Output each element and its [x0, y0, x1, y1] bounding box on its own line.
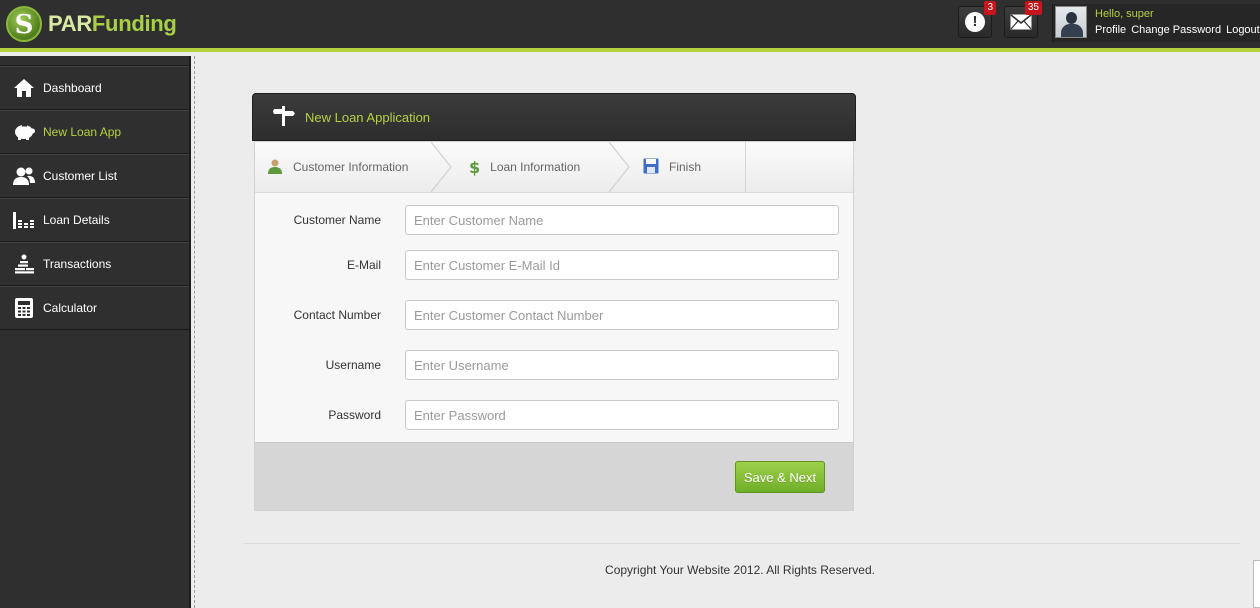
customer-name-label: Customer Name	[293, 213, 381, 227]
step-label: Finish	[669, 160, 702, 174]
messages-count-badge: 35	[1024, 1, 1042, 15]
sidebar: Dashboard New Loan App Customer List Loa…	[0, 56, 191, 608]
sidebar-item-label: Transactions	[43, 257, 112, 271]
sidebar-item-label: New Loan App	[43, 125, 122, 139]
top-bar: PARFunding ! 3 35 Hello, super Profile C…	[0, 0, 1260, 52]
sidebar-item-loan-details[interactable]: Loan Details	[0, 198, 189, 242]
brand-name-suffix: Funding	[91, 11, 177, 36]
home-icon	[12, 76, 36, 100]
sidebar-item-label: Calculator	[43, 301, 98, 315]
contact-number-input[interactable]	[405, 300, 839, 330]
form-actions: Save & Next	[255, 442, 853, 510]
user-menu: Hello, super Profile Change Password Log…	[1052, 4, 1260, 42]
wizard-steps: Customer Information $ Loan Information …	[255, 142, 853, 193]
sidebar-item-new-loan-app[interactable]: New Loan App	[0, 110, 189, 154]
coin-stack-icon	[12, 252, 36, 276]
copyright-text: Copyright Your Website 2012. All Rights …	[605, 563, 875, 577]
username-label: Username	[325, 358, 381, 372]
piggy-bank-icon	[12, 120, 36, 144]
dollar-icon: $	[469, 157, 481, 177]
password-input[interactable]	[405, 400, 839, 430]
footer-divider	[244, 543, 1240, 544]
calculator-icon	[12, 296, 36, 320]
user-links: Profile Change Password Logout	[1095, 24, 1260, 36]
logo-icon	[6, 6, 42, 42]
step-customer-information[interactable]: Customer Information	[267, 142, 408, 192]
user-icon	[267, 158, 283, 177]
loan-application-panel: New Loan Application Customer Informatio…	[252, 93, 856, 511]
sidebar-item-calculator[interactable]: Calculator	[0, 286, 189, 330]
contact-number-label: Contact Number	[293, 308, 381, 322]
panel-header: New Loan Application	[252, 93, 856, 141]
panel-title: New Loan Application	[305, 109, 431, 125]
username-input[interactable]	[405, 350, 839, 380]
mail-icon	[1010, 14, 1032, 30]
user-greeting: Hello, super	[1095, 8, 1154, 20]
coins-chart-icon	[12, 208, 36, 232]
step-label: Customer Information	[293, 160, 409, 174]
alerts-button[interactable]: ! 3	[958, 1, 996, 38]
step-separator	[609, 142, 630, 192]
logout-link[interactable]: Logout	[1226, 24, 1260, 36]
customer-name-row: Customer Name	[255, 205, 855, 235]
brand-name: PARFunding	[48, 11, 177, 37]
alerts-count-badge: 3	[984, 1, 996, 15]
email-row: E-Mail	[255, 250, 855, 280]
brand-logo[interactable]: PARFunding	[6, 4, 177, 44]
step-label: Loan Information	[490, 160, 581, 174]
save-next-button[interactable]: Save & Next	[735, 461, 825, 493]
change-password-link[interactable]: Change Password	[1131, 24, 1221, 36]
step-finish[interactable]: Finish	[643, 142, 701, 192]
floppy-disk-icon	[643, 158, 659, 177]
signpost-icon	[273, 105, 295, 130]
scrollbar[interactable]	[1253, 560, 1260, 608]
email-label: E-Mail	[346, 258, 381, 272]
profile-link[interactable]: Profile	[1095, 24, 1126, 36]
sidebar-item-transactions[interactable]: Transactions	[0, 242, 189, 286]
step-separator	[431, 142, 452, 192]
sidebar-item-label: Loan Details	[43, 213, 110, 227]
users-icon	[12, 164, 36, 188]
username-row: Username	[255, 350, 855, 380]
brand-name-prefix: PAR	[48, 11, 92, 36]
contact-number-row: Contact Number	[255, 300, 855, 330]
password-row: Password	[255, 400, 855, 430]
panel-body: Customer Information $ Loan Information …	[254, 141, 854, 511]
messages-button[interactable]: 35	[1004, 1, 1042, 38]
email-field[interactable]	[405, 250, 839, 280]
sidebar-item-customer-list[interactable]: Customer List	[0, 154, 189, 198]
password-label: Password	[328, 408, 381, 422]
avatar[interactable]	[1055, 6, 1087, 38]
sidebar-item-label: Dashboard	[43, 81, 102, 95]
content-divider	[194, 56, 195, 608]
customer-name-input[interactable]	[405, 205, 839, 235]
sidebar-item-label: Customer List	[43, 169, 118, 183]
sidebar-item-dashboard[interactable]: Dashboard	[0, 66, 189, 110]
alert-icon: !	[965, 12, 985, 32]
step-loan-information[interactable]: $ Loan Information	[469, 142, 580, 192]
